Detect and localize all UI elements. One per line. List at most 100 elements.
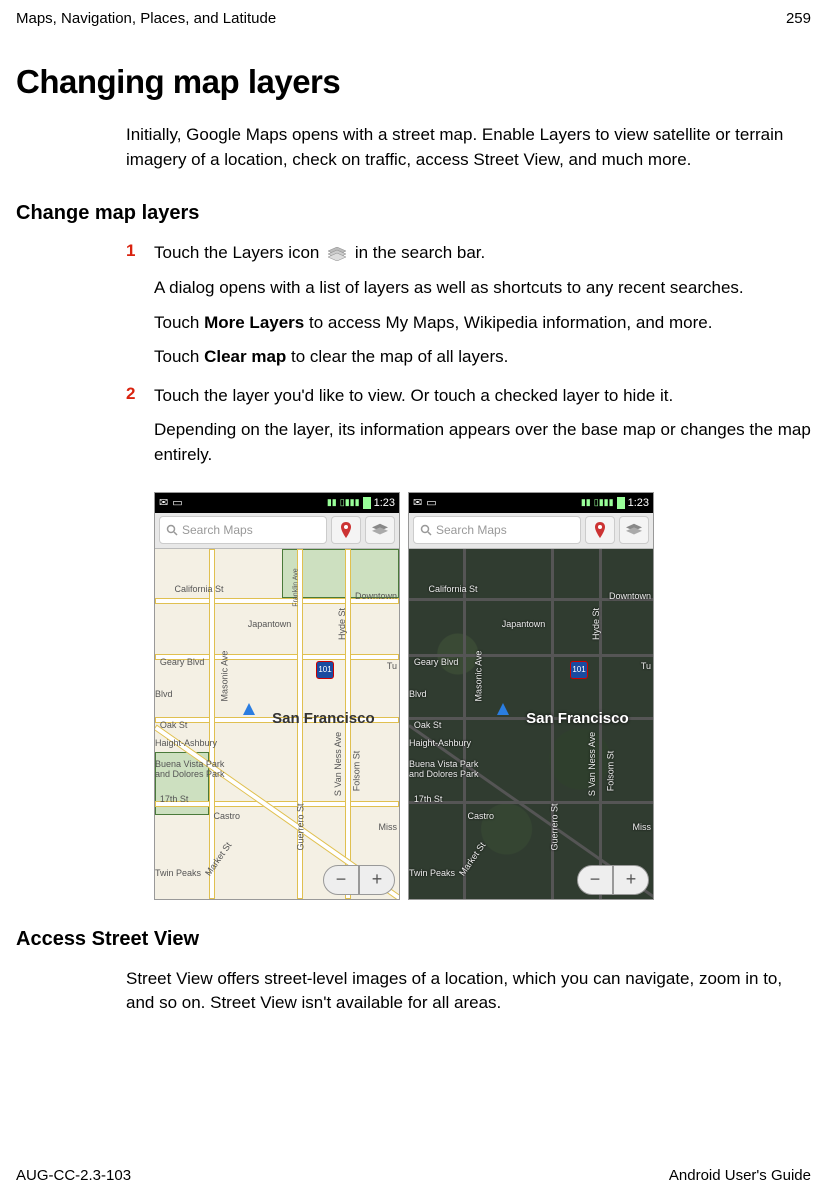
mail-icon: ✉ bbox=[159, 496, 168, 509]
battery-icon bbox=[617, 497, 625, 509]
map-label: California St bbox=[175, 584, 224, 594]
step-number-1: 1 bbox=[126, 241, 154, 380]
map-label: California St bbox=[429, 584, 478, 594]
section-heading-change-layers: Change map layers bbox=[16, 202, 811, 225]
location-arrow-icon bbox=[497, 703, 509, 715]
location-arrow-icon bbox=[243, 703, 255, 715]
search-icon bbox=[166, 524, 178, 536]
map-label: Japantown bbox=[248, 619, 292, 629]
layers-icon bbox=[372, 523, 388, 537]
map-label: Masonic Ave bbox=[219, 651, 229, 702]
map-label: Masonic Ave bbox=[473, 651, 483, 702]
places-button[interactable] bbox=[585, 516, 615, 544]
map-label: Castro bbox=[468, 811, 495, 821]
zoom-out-button[interactable]: − bbox=[323, 865, 359, 895]
layers-button[interactable] bbox=[365, 516, 395, 544]
map-label: Franklin Ave bbox=[293, 568, 300, 606]
map-label: Buena Vista Park and Dolores Park bbox=[409, 759, 479, 779]
map-label: S Van Ness Ave bbox=[333, 732, 343, 796]
status-bar: ✉ ▭ ▮▮ ▯▮▮▮ 1:23 bbox=[409, 493, 653, 513]
street-view-paragraph: Street View offers street-level images o… bbox=[126, 967, 811, 1016]
map-label: Haight-Ashbury bbox=[409, 738, 471, 748]
map-label: Twin Peaks bbox=[409, 868, 455, 878]
screenshot-satellite-map: ✉ ▭ ▮▮ ▯▮▮▮ 1:23 Search Maps bbox=[408, 492, 654, 900]
search-maps-input[interactable]: Search Maps bbox=[413, 516, 581, 544]
signal-bars-icon: ▯▮▮▮ bbox=[594, 497, 614, 508]
step1-line2: A dialog opens with a list of layers as … bbox=[154, 276, 811, 301]
step1-line4: Touch Clear map to clear the map of all … bbox=[154, 345, 811, 370]
places-button[interactable] bbox=[331, 516, 361, 544]
map-label: Haight-Ashbury bbox=[155, 738, 217, 748]
map-label: S Van Ness Ave bbox=[587, 732, 597, 796]
map-label: Geary Blvd bbox=[414, 657, 459, 667]
layers-icon bbox=[328, 247, 346, 261]
plus-icon: + bbox=[626, 869, 637, 890]
map-label: Buena Vista Park and Dolores Park bbox=[155, 759, 225, 779]
map-label: Hyde St bbox=[591, 608, 601, 640]
map-label: Oak St bbox=[414, 720, 442, 730]
status-bar: ✉ ▭ ▮▮ ▯▮▮▮ 1:23 bbox=[155, 493, 399, 513]
mail-icon: ✉ bbox=[413, 496, 422, 509]
status-time: 1:23 bbox=[628, 497, 649, 509]
map-label: 17th St bbox=[414, 794, 443, 804]
map-label: Downtown bbox=[355, 591, 397, 601]
map-label: Blvd bbox=[409, 689, 427, 699]
page-title: Changing map layers bbox=[16, 63, 811, 101]
map-label: Guerrero St bbox=[550, 803, 560, 850]
step2-line2: Depending on the layer, its information … bbox=[154, 418, 811, 467]
highway-shield: 101 bbox=[570, 661, 588, 679]
layers-icon bbox=[626, 523, 642, 537]
plus-icon: + bbox=[372, 869, 383, 890]
map-label: Downtown bbox=[609, 591, 651, 601]
minus-icon: − bbox=[590, 869, 601, 890]
map-canvas-satellite[interactable]: 101 San Francisco California St Japantow… bbox=[409, 549, 653, 899]
search-icon bbox=[420, 524, 432, 536]
map-label: Oak St bbox=[160, 720, 188, 730]
city-label: San Francisco bbox=[272, 710, 375, 727]
step-number-2: 2 bbox=[126, 384, 154, 478]
layers-button[interactable] bbox=[619, 516, 649, 544]
map-canvas-street[interactable]: 101 San Francisco California St Japantow… bbox=[155, 549, 399, 899]
doc-id: AUG-CC-2.3-103 bbox=[16, 1167, 131, 1184]
zoom-out-button[interactable]: − bbox=[577, 865, 613, 895]
highway-shield: 101 bbox=[316, 661, 334, 679]
map-label: Guerrero St bbox=[296, 803, 306, 850]
screenshot-street-map: ✉ ▭ ▮▮ ▯▮▮▮ 1:23 Search Maps bbox=[154, 492, 400, 900]
window-icon: ▭ bbox=[172, 496, 182, 509]
map-label: Tu bbox=[387, 661, 397, 671]
step1-line1: Touch the Layers icon in the search bar. bbox=[154, 241, 811, 266]
map-label: Tu bbox=[641, 661, 651, 671]
step1-line3: Touch More Layers to access My Maps, Wik… bbox=[154, 311, 811, 336]
map-label: Twin Peaks bbox=[155, 868, 201, 878]
map-label: Miss bbox=[379, 822, 398, 832]
pin-icon bbox=[340, 522, 352, 538]
map-label: Market St bbox=[203, 840, 233, 877]
zoom-in-button[interactable]: + bbox=[613, 865, 649, 895]
signal-icon: ▮▮ bbox=[327, 497, 337, 508]
section-heading-street-view: Access Street View bbox=[16, 928, 811, 951]
search-maps-input[interactable]: Search Maps bbox=[159, 516, 327, 544]
map-label: Hyde St bbox=[337, 608, 347, 640]
signal-icon: ▮▮ bbox=[581, 497, 591, 508]
map-toolbar: Search Maps bbox=[155, 513, 399, 549]
map-label: Folsom St bbox=[605, 751, 615, 792]
city-label: San Francisco bbox=[526, 710, 629, 727]
chapter-title: Maps, Navigation, Places, and Latitude bbox=[16, 10, 276, 27]
map-label: Miss bbox=[633, 822, 652, 832]
pin-icon bbox=[594, 522, 606, 538]
signal-bars-icon: ▯▮▮▮ bbox=[340, 497, 360, 508]
page-number: 259 bbox=[786, 10, 811, 27]
status-time: 1:23 bbox=[374, 497, 395, 509]
map-label: Castro bbox=[214, 811, 241, 821]
battery-icon bbox=[363, 497, 371, 509]
map-label: Geary Blvd bbox=[160, 657, 205, 667]
map-label: Japantown bbox=[502, 619, 546, 629]
map-label: 17th St bbox=[160, 794, 189, 804]
zoom-in-button[interactable]: + bbox=[359, 865, 395, 895]
intro-paragraph: Initially, Google Maps opens with a stre… bbox=[126, 123, 811, 172]
step2-line1: Touch the layer you'd like to view. Or t… bbox=[154, 384, 811, 409]
map-toolbar: Search Maps bbox=[409, 513, 653, 549]
map-label: Folsom St bbox=[351, 751, 361, 792]
guide-name: Android User's Guide bbox=[669, 1167, 811, 1184]
map-label: Blvd bbox=[155, 689, 173, 699]
